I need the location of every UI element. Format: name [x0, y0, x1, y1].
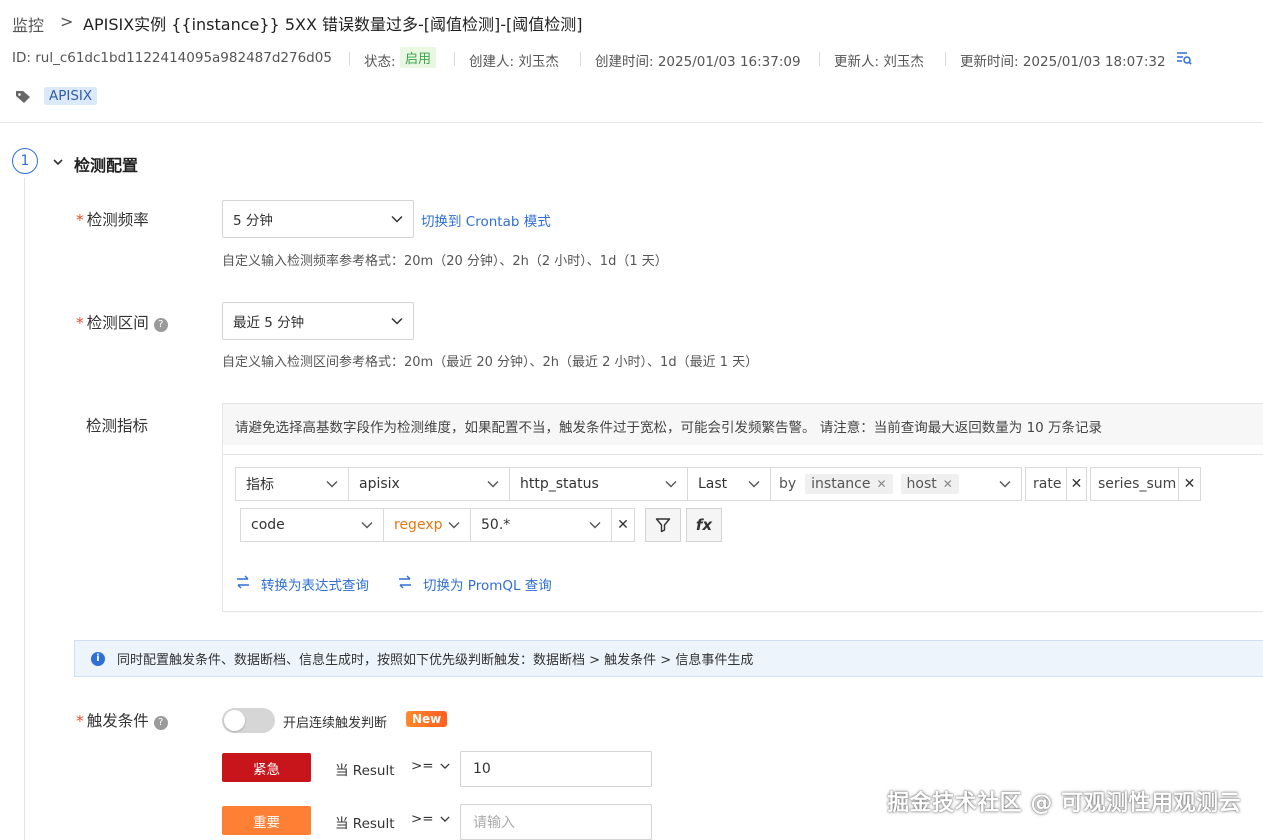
- threshold-input[interactable]: 10: [460, 751, 652, 787]
- filter-icon: [655, 518, 671, 533]
- chevron-down-icon: [748, 481, 760, 488]
- status-badge: 启用: [400, 47, 437, 68]
- section-title[interactable]: 检测配置: [74, 152, 138, 176]
- chevron-down-icon: [391, 215, 403, 223]
- chevron-down-icon: [440, 816, 450, 822]
- threshold-input[interactable]: 请输入: [460, 804, 652, 840]
- group-by-chip[interactable]: instance ✕: [805, 474, 893, 494]
- metric-divider: [223, 454, 1263, 455]
- divider: [349, 52, 350, 66]
- frequency-label: * 检测频率: [76, 211, 149, 229]
- filter-button[interactable]: [645, 508, 681, 542]
- filter-value-select[interactable]: 50.*: [470, 508, 612, 542]
- chevron-down-icon: [487, 481, 499, 488]
- chevron-down-icon: [665, 481, 677, 488]
- function-rate[interactable]: rate ✕: [1025, 467, 1087, 501]
- close-icon[interactable]: ✕: [1178, 468, 1200, 500]
- breadcrumb-separator: >: [60, 12, 74, 31]
- history-search-icon[interactable]: [1176, 50, 1192, 66]
- header-divider: [0, 122, 1263, 123]
- continuous-trigger-toggle[interactable]: [222, 708, 275, 733]
- interval-select[interactable]: 最近 5 分钟: [222, 302, 414, 340]
- switch-promql-link[interactable]: 切换为 PromQL 查询: [423, 574, 552, 594]
- close-icon[interactable]: ✕: [876, 477, 886, 491]
- creator: 创建人: 刘玉杰: [469, 54, 559, 70]
- priority-info-bar: i 同时配置触发条件、数据断档、信息生成时，按照如下优先级判断触发：数据断档 >…: [74, 640, 1263, 677]
- chevron-down-icon: [440, 763, 450, 769]
- divider: [945, 52, 946, 66]
- crontab-switch-link[interactable]: 切换到 Crontab 模式: [421, 210, 551, 230]
- info-icon: i: [91, 651, 105, 666]
- chevron-down-icon: [361, 522, 373, 529]
- chevron-down-icon: [999, 481, 1011, 488]
- help-icon[interactable]: ?: [153, 716, 168, 730]
- metric-field-select[interactable]: http_status: [509, 467, 688, 501]
- function-series-sum[interactable]: series_sum ✕: [1090, 467, 1201, 501]
- swap-icon: [399, 575, 411, 589]
- swap-icon: [237, 575, 249, 589]
- continuous-trigger-label: 开启连续触发判断: [283, 716, 388, 731]
- metric-notice: 请避免选择高基数字段作为检测维度，如果配置不当，触发条件过于宽松，可能会引发频繁…: [223, 404, 1263, 445]
- tag-apisix[interactable]: APISIX: [44, 87, 98, 105]
- group-by-chip[interactable]: host ✕: [900, 474, 959, 494]
- created-time: 创建时间: 2025/01/03 16:37:09: [595, 54, 801, 70]
- by-label: by: [779, 476, 797, 492]
- condition-label: 当 Result: [335, 763, 395, 779]
- aggregation-select[interactable]: Last: [687, 467, 771, 501]
- frequency-hint: 自定义输入检测频率参考格式：20m（20 分钟）、2h（2 小时）、1d（1 天…: [222, 254, 668, 269]
- interval-hint: 自定义输入检测区间参考格式：20m（最近 20 分钟）、2h（最近 2 小时）、…: [222, 355, 759, 370]
- filter-key-select[interactable]: code: [240, 508, 384, 542]
- filter-operator-select[interactable]: regexp: [383, 508, 471, 542]
- step-line: [24, 178, 25, 840]
- function-button[interactable]: fx: [686, 508, 722, 542]
- rule-id: ID: rul_c61dc1bd1122414095a982487d276d05: [12, 50, 332, 66]
- divider: [454, 52, 455, 66]
- chevron-down-icon[interactable]: [52, 157, 64, 167]
- operator-select[interactable]: >=: [411, 811, 450, 827]
- metric-set-select[interactable]: apisix: [348, 467, 510, 501]
- divider: [580, 52, 581, 66]
- query-type-select[interactable]: 指标: [235, 467, 349, 501]
- remove-filter-button[interactable]: ✕: [611, 508, 635, 542]
- chevron-down-icon: [391, 317, 403, 325]
- updater: 更新人: 刘玉杰: [834, 54, 924, 70]
- watermark: 掘金技术社区 @ 可观测性用观测云: [887, 791, 1241, 816]
- severity-critical-badge[interactable]: 紧急: [222, 753, 311, 782]
- updated-time: 更新时间: 2025/01/03 18:07:32: [960, 54, 1166, 70]
- close-icon: ✕: [617, 517, 629, 533]
- close-icon[interactable]: ✕: [1066, 468, 1086, 500]
- interval-label: * 检测区间?: [76, 311, 168, 333]
- group-by-select[interactable]: by instance ✕ host ✕: [770, 467, 1022, 501]
- chevron-down-icon: [448, 522, 460, 529]
- metric-label: 检测指标: [86, 417, 149, 435]
- divider: [819, 52, 820, 66]
- help-icon[interactable]: ?: [153, 318, 168, 332]
- new-badge: New: [406, 711, 448, 727]
- page-title: APISIX实例 {{instance}} 5XX 错误数量过多-[阈值检测]-…: [83, 15, 583, 34]
- step-number: 1: [12, 148, 38, 174]
- convert-expression-link[interactable]: 转换为表达式查询: [261, 574, 369, 594]
- fx-icon: fx: [695, 516, 713, 534]
- close-icon[interactable]: ✕: [943, 477, 953, 491]
- severity-important-badge[interactable]: 重要: [222, 806, 311, 835]
- chevron-down-icon: [589, 522, 601, 529]
- operator-select[interactable]: >=: [411, 758, 450, 774]
- condition-label: 当 Result: [335, 816, 395, 832]
- frequency-select[interactable]: 5 分钟: [222, 200, 414, 238]
- chevron-down-icon: [326, 481, 338, 488]
- status-label: 状态:: [364, 54, 396, 70]
- tag-icon: [16, 91, 30, 103]
- trigger-label: * 触发条件?: [76, 709, 168, 731]
- breadcrumb-root[interactable]: 监控: [12, 12, 44, 36]
